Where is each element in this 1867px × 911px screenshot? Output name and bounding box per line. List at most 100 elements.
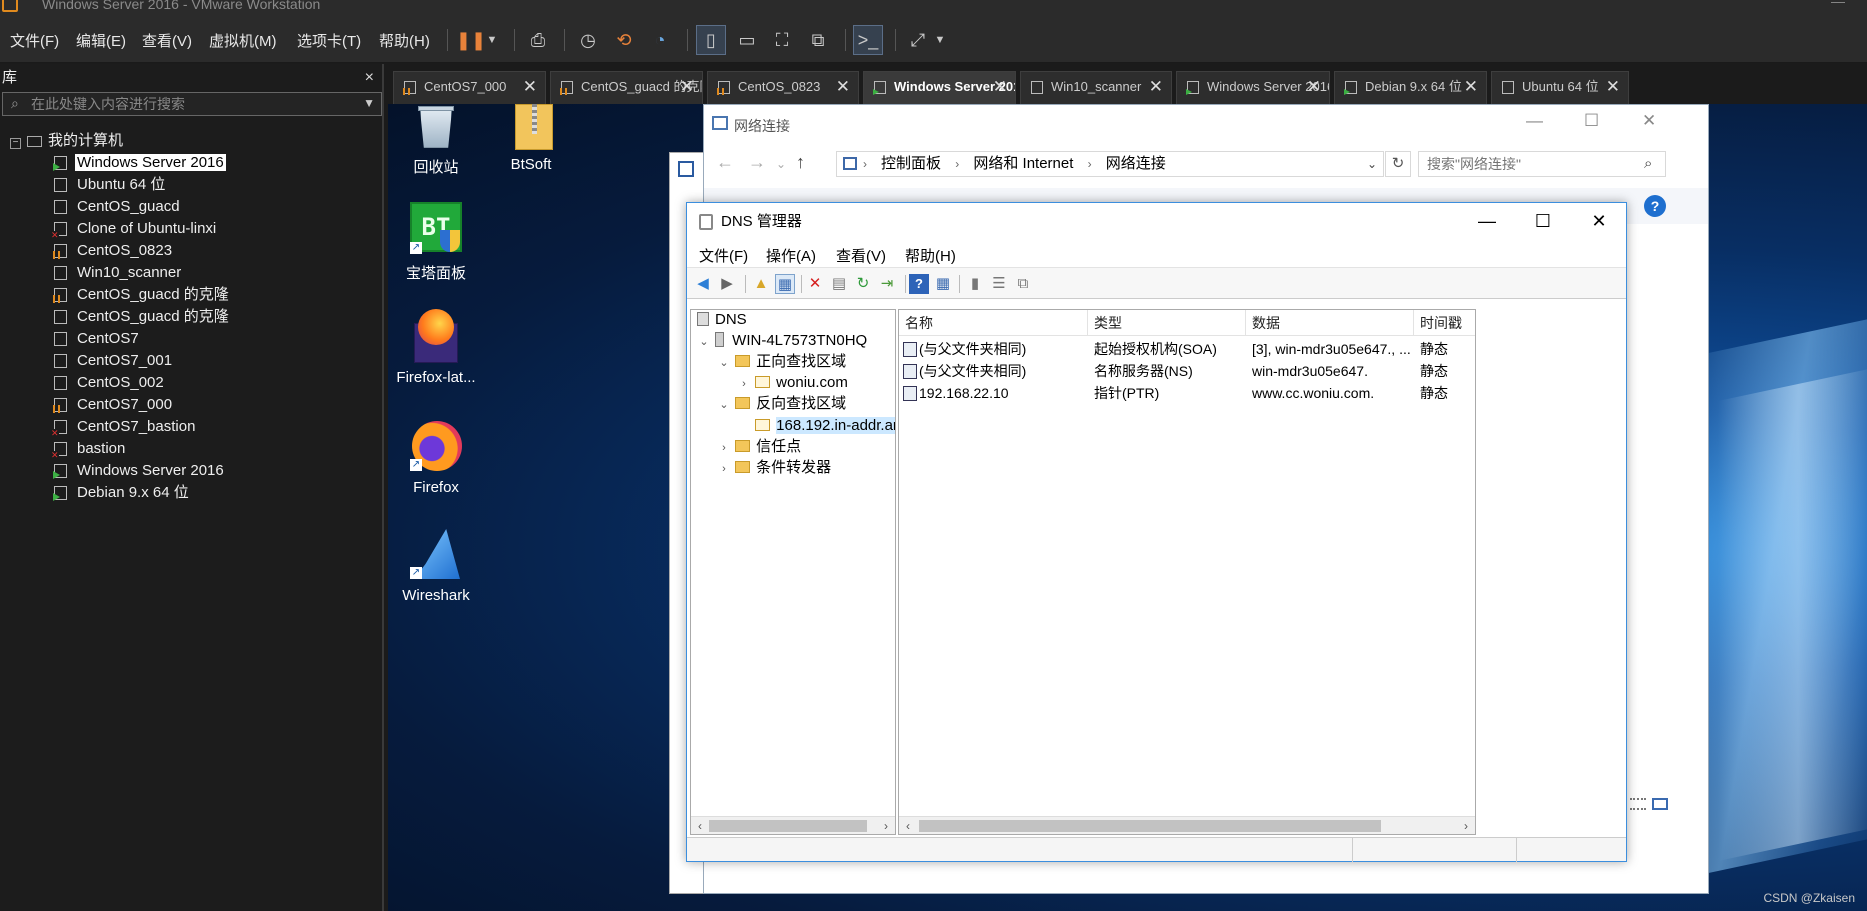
chevron-down-icon[interactable]: ⌄	[717, 395, 731, 415]
column-header-data[interactable]: 数据	[1246, 310, 1414, 336]
address-bar[interactable]: › 控制面板 › 网络和 Internet › 网络连接 ⌄	[836, 151, 1384, 177]
help-icon[interactable]: ?	[1644, 195, 1666, 217]
maximize-button[interactable]: ☐	[1584, 111, 1599, 131]
column-header-type[interactable]: 类型	[1088, 310, 1246, 336]
properties-icon[interactable]: ▤	[829, 274, 849, 294]
tab-vm[interactable]: Debian 9.x 64 位 ✕	[1334, 71, 1487, 104]
maximize-button[interactable]: ☐	[1515, 203, 1571, 241]
desktop-icon-recycle-bin[interactable]: 回收站	[391, 104, 481, 177]
scroll-right-icon[interactable]: ›	[879, 817, 893, 834]
minimize-button[interactable]: —	[1831, 0, 1845, 8]
network-search-input[interactable]	[1418, 151, 1666, 177]
tab-vm[interactable]: Windows Server 2016 ✕	[1176, 71, 1330, 104]
vm-list-item[interactable]: CentOS_guacd	[0, 196, 380, 218]
breadcrumb-network-internet[interactable]: 网络和 Internet	[973, 155, 1073, 172]
breadcrumb-network-connections[interactable]: 网络连接	[1106, 155, 1166, 172]
scrollbar-thumb[interactable]	[709, 820, 867, 832]
close-icon[interactable]: ✕	[680, 72, 694, 102]
table-row[interactable]: (与父文件夹相同) 名称服务器(NS) win-mdr3u05e647. 静态	[899, 360, 1475, 382]
vm-list-item[interactable]: CentOS_0823	[0, 240, 380, 262]
unity-icon[interactable]: ⧉	[803, 25, 833, 55]
stretch-icon[interactable]: ⤢	[903, 25, 933, 55]
thumbnail-bar-icon[interactable]: ▭	[732, 25, 762, 55]
up-folder-icon[interactable]: ▲	[751, 274, 771, 294]
chevron-down-icon[interactable]: ▼	[363, 96, 375, 110]
tree-node-woniu-com[interactable]: › woniu.com	[737, 373, 848, 393]
back-arrow-icon[interactable]: ←	[716, 152, 734, 173]
tree-node-server[interactable]: ⌄ WIN-4L7573TN0HQ	[697, 331, 867, 351]
vm-list-item[interactable]: Windows Server 2016	[0, 460, 380, 482]
refresh-icon[interactable]: ↻	[853, 274, 873, 294]
send-keys-icon[interactable]: ⎙	[523, 25, 553, 55]
desktop-icon-btsoft[interactable]: BtSoft	[486, 104, 576, 173]
forward-arrow-icon[interactable]: ▶	[717, 274, 737, 294]
vm-list-item[interactable]: CentOS7_001	[0, 350, 380, 372]
forward-arrow-icon[interactable]: →	[748, 152, 766, 173]
tree-node-trust-points[interactable]: › 信任点	[717, 437, 801, 457]
collapse-icon[interactable]: −	[10, 138, 21, 149]
tab-vm[interactable]: CentOS7_000 ✕	[393, 71, 546, 104]
tree-node-conditional-forwarders[interactable]: › 条件转发器	[717, 458, 831, 478]
chevron-down-icon[interactable]: ▼	[482, 25, 502, 55]
table-row[interactable]: 192.168.22.10 指针(PTR) www.cc.woniu.com. …	[899, 382, 1475, 404]
chevron-down-icon[interactable]: ▼	[930, 25, 950, 55]
tab-vm[interactable]: Win10_scanner ✕	[1020, 71, 1172, 104]
show-hide-tree-icon[interactable]: ▦	[775, 274, 795, 294]
menu-help[interactable]: 帮助(H)	[905, 245, 956, 266]
tree-node-dns[interactable]: DNS	[697, 310, 747, 330]
vm-list-item[interactable]: CentOS7	[0, 328, 380, 350]
close-icon[interactable]: ✕	[1149, 72, 1163, 102]
menu-action[interactable]: 操作(A)	[766, 245, 816, 266]
tab-vm[interactable]: Ubuntu 64 位 ✕	[1491, 71, 1629, 104]
vm-list-item[interactable]: bastion	[0, 438, 380, 460]
fullscreen-icon[interactable]: ⛶	[767, 25, 797, 55]
table-row[interactable]: (与父文件夹相同) 起始授权机构(SOA) [3], win-mdr3u05e6…	[899, 338, 1475, 360]
tab-vm[interactable]: CentOS_0823 ✕	[707, 71, 859, 104]
console-icon[interactable]: >_	[853, 25, 883, 55]
close-button[interactable]: ✕	[1571, 203, 1627, 241]
horizontal-scrollbar[interactable]: ‹ ›	[899, 816, 1475, 834]
vm-list-item[interactable]: Debian 9.x 64 位	[0, 482, 380, 504]
minimize-button[interactable]: —	[1526, 111, 1543, 131]
menu-file[interactable]: 文件(F)	[10, 30, 59, 51]
close-icon[interactable]: ✕	[523, 72, 537, 102]
vm-list-item[interactable]: CentOS_guacd 的克隆	[0, 306, 380, 328]
close-icon[interactable]: ×	[365, 64, 374, 92]
tab-vm[interactable]: CentOS_guacd 的克隆 ✕	[550, 71, 703, 104]
close-icon[interactable]: ✕	[836, 72, 850, 102]
snapshot-icon[interactable]: ◷	[573, 25, 603, 55]
help-icon[interactable]: ?	[909, 274, 929, 294]
tree-node-reverse-zone[interactable]: 168.192.in-addr.arpa	[737, 416, 895, 436]
chevron-right-icon[interactable]: ›	[737, 374, 751, 394]
column-header-timestamp[interactable]: 时间戳	[1414, 310, 1475, 336]
tree-node-reverse-zones[interactable]: ⌄ 反向查找区域	[717, 394, 846, 414]
chevron-down-icon[interactable]: ⌄	[1367, 152, 1377, 176]
export-list-icon[interactable]: ⇥	[877, 274, 897, 294]
chevron-right-icon[interactable]: ›	[717, 438, 731, 458]
scrollbar-thumb[interactable]	[919, 820, 1381, 832]
menu-view[interactable]: 查看(V)	[836, 245, 886, 266]
snapshot-manager-icon[interactable]: ◔	[645, 25, 675, 55]
vm-list-item[interactable]: CentOS_002	[0, 372, 380, 394]
tree-root-my-computer[interactable]: − 我的计算机	[0, 130, 380, 152]
vm-list-item[interactable]: CentOS_guacd 的克隆	[0, 284, 380, 306]
chevron-down-icon[interactable]: ⌄	[697, 332, 711, 352]
desktop-icon-firefox[interactable]: ↗ Firefox	[391, 419, 481, 496]
refresh-icon[interactable]: ↻	[1385, 151, 1411, 177]
vm-list-item[interactable]: Clone of Ubuntu-linxi	[0, 218, 380, 240]
copy-icon[interactable]: ⧉	[1013, 274, 1033, 294]
menu-tabs[interactable]: 选项卡(T)	[297, 30, 361, 51]
delete-icon[interactable]: ✕	[805, 274, 825, 294]
action-pane-icon[interactable]: ▦	[933, 274, 953, 294]
tab-vm[interactable]: Windows Server 2016 ✕	[863, 71, 1016, 104]
vm-list-item[interactable]: CentOS7_000	[0, 394, 380, 416]
large-icons-view-icon[interactable]	[1652, 798, 1668, 810]
menu-file[interactable]: 文件(F)	[699, 245, 748, 266]
vm-list-item[interactable]: Ubuntu 64 位	[0, 174, 380, 196]
scroll-right-icon[interactable]: ›	[1459, 817, 1473, 834]
menu-edit[interactable]: 编辑(E)	[76, 30, 126, 51]
desktop-icon-bt-panel[interactable]: BT ↗ 宝塔面板	[391, 202, 481, 283]
chevron-down-icon[interactable]: ⌄	[717, 353, 731, 373]
menu-vm[interactable]: 虚拟机(M)	[209, 30, 277, 51]
menu-view[interactable]: 查看(V)	[142, 30, 192, 51]
